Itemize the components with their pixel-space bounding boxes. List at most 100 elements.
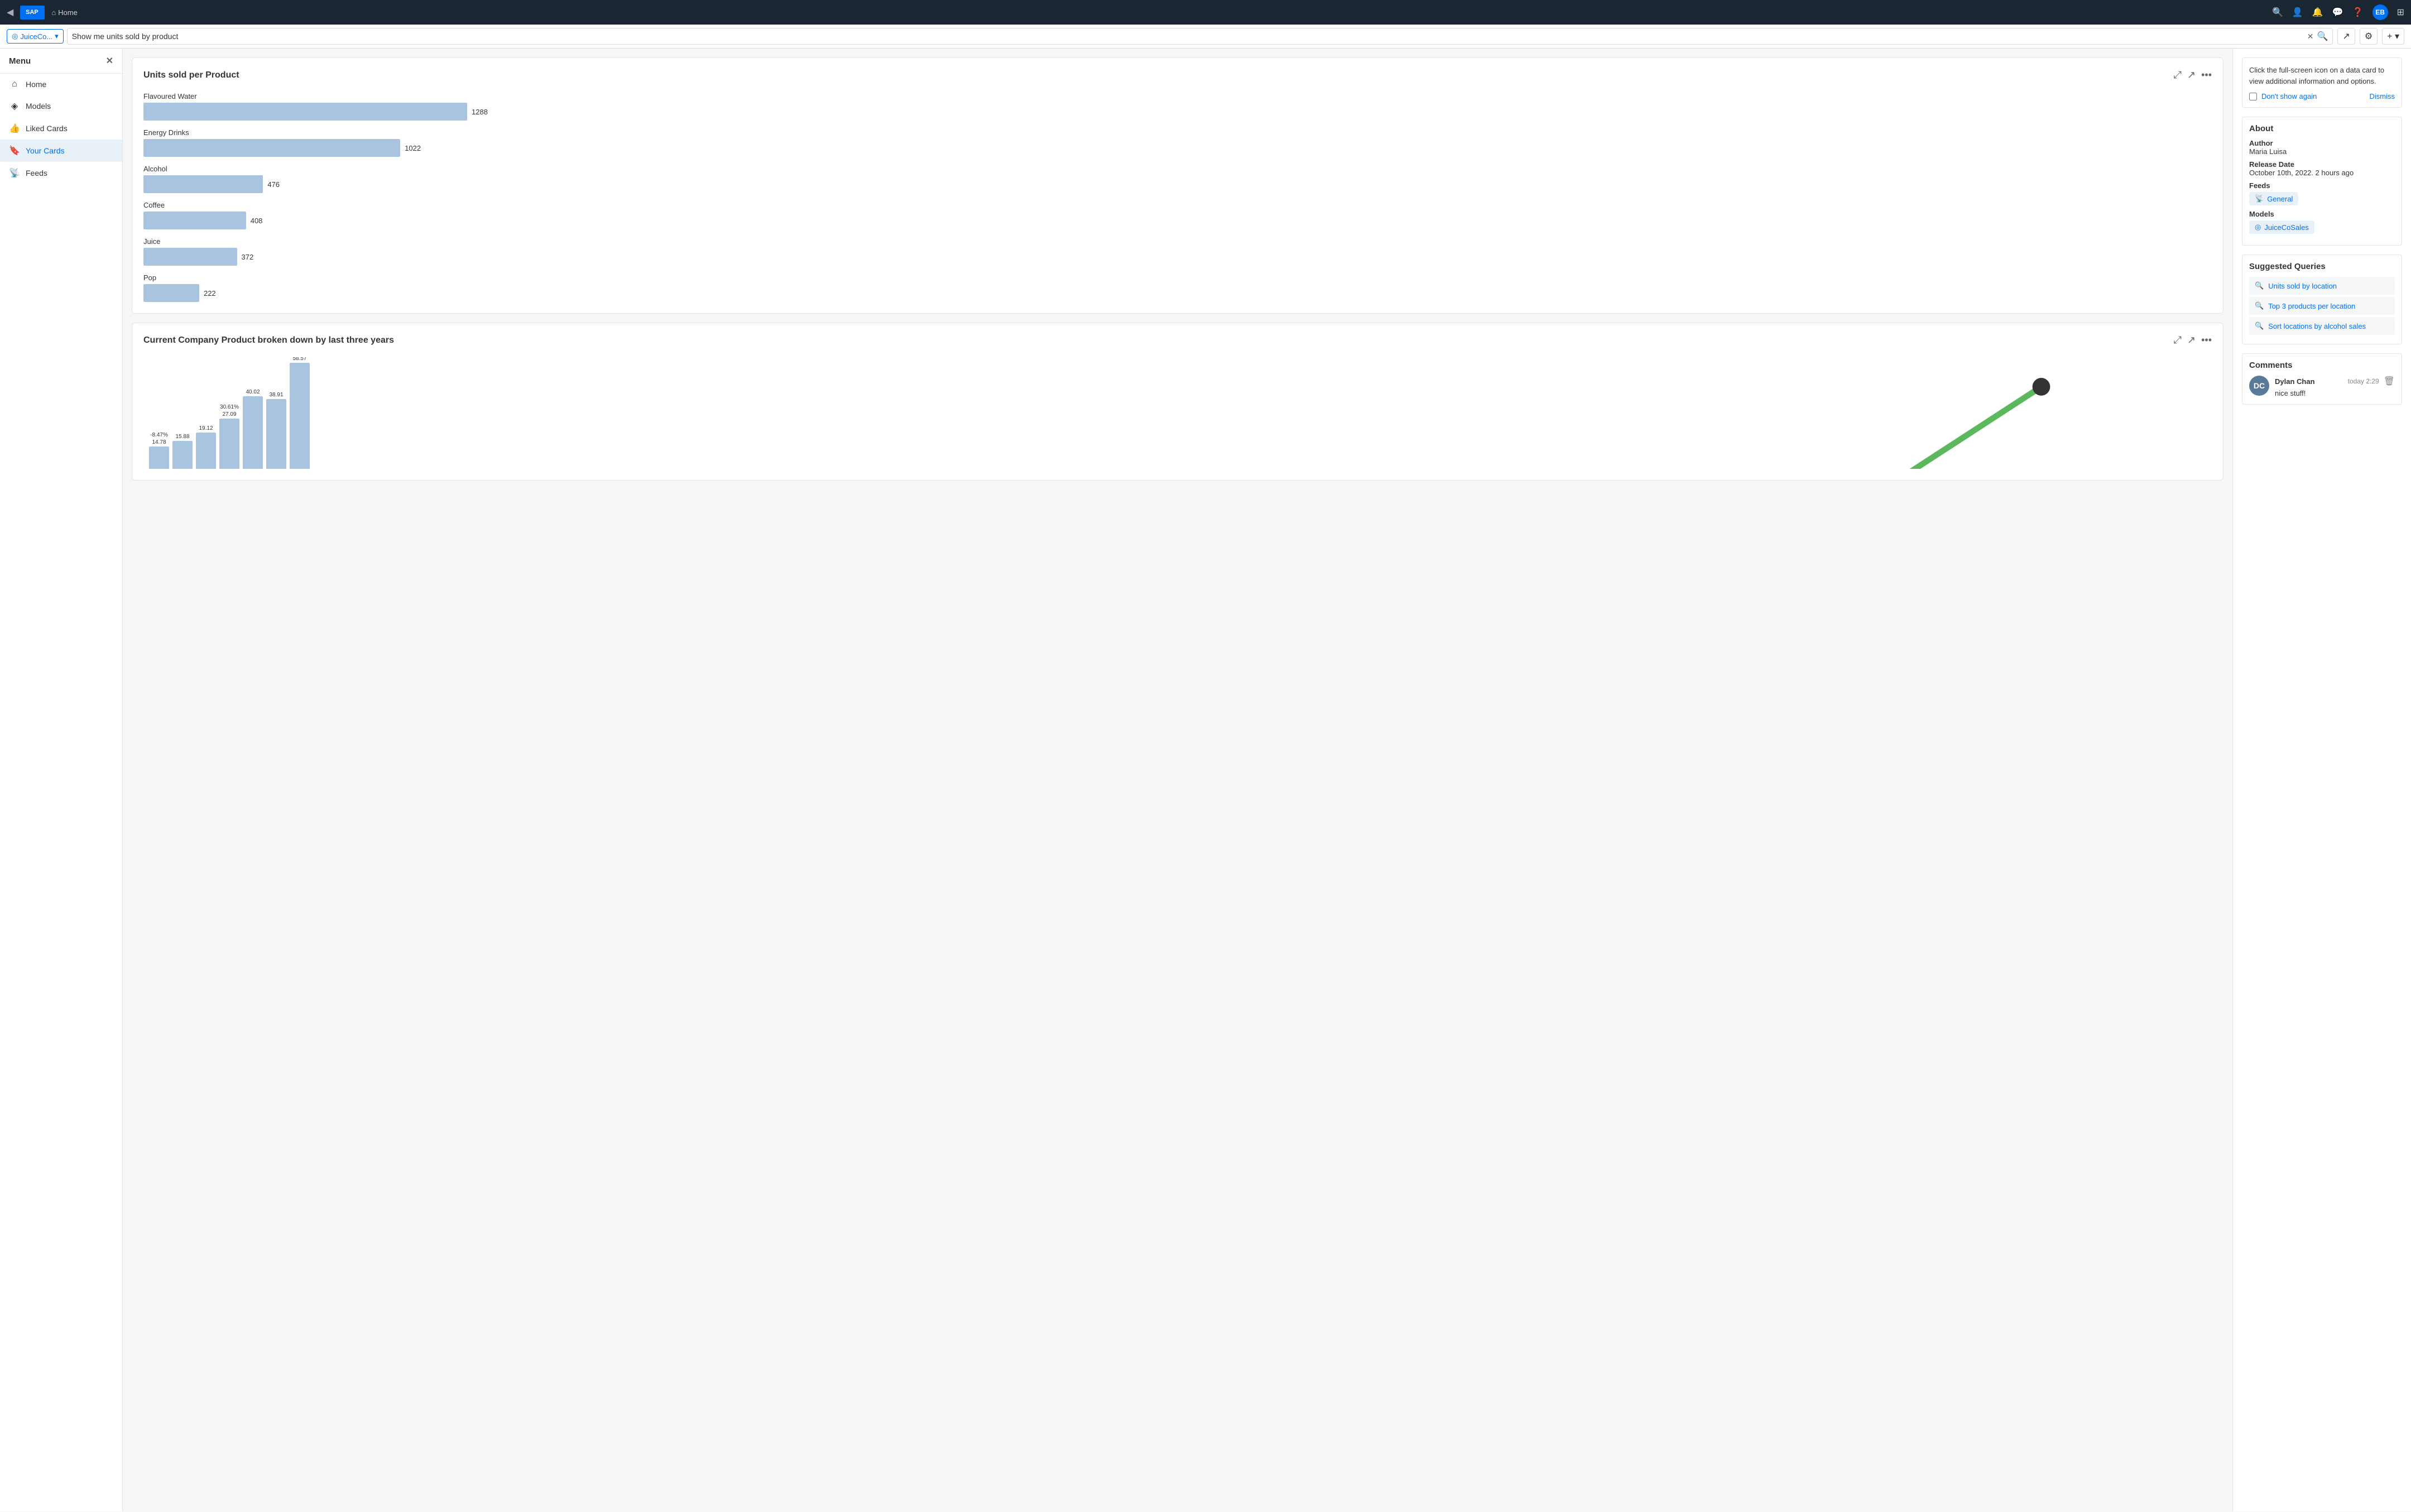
suggested-item-1[interactable]: 🔍 Top 3 products per location bbox=[2249, 297, 2395, 315]
suggested-label-0: Units sold by location bbox=[2268, 282, 2337, 290]
sidebar-item-home[interactable]: ⌂ Home bbox=[0, 74, 122, 95]
comment-header-0: Dylan Chan today 2:29 🗑 bbox=[2275, 376, 2395, 387]
bar-wrap-5: 222 bbox=[143, 284, 2212, 302]
search-go-button[interactable]: 🔍 bbox=[2317, 31, 2328, 42]
svg-text:SAP: SAP bbox=[26, 9, 39, 16]
sidebar-item-liked[interactable]: 👍 Liked Cards bbox=[0, 117, 122, 140]
suggested-item-0[interactable]: 🔍 Units sold by location bbox=[2249, 277, 2395, 295]
search-right: ↗ ⚙ + ▾ bbox=[2337, 28, 2404, 45]
add-button[interactable]: + ▾ bbox=[2382, 28, 2404, 45]
about-title: About bbox=[2249, 124, 2395, 133]
comment-time-0: today 2:29 bbox=[2348, 377, 2379, 385]
bar-row-1: Energy Drinks 1022 bbox=[143, 128, 2212, 157]
model-selector[interactable]: ◎ JuiceCo... ▾ bbox=[7, 29, 64, 44]
search-bar: ◎ JuiceCo... ▾ ✕ 🔍 ↗ ⚙ + ▾ bbox=[0, 25, 2411, 49]
bar-row-5: Pop 222 bbox=[143, 273, 2212, 302]
help-nav-icon[interactable]: ❓ bbox=[2352, 7, 2364, 18]
chart2-bar-3 bbox=[219, 419, 239, 469]
suggested-label-1: Top 3 products per location bbox=[2268, 302, 2355, 310]
chart2-bar-group-2: 0 19.12 bbox=[196, 418, 216, 469]
liked-sidebar-icon: 👍 bbox=[9, 123, 20, 134]
card1-actions: ⤢ ↗ ••• bbox=[2174, 69, 2212, 81]
card2-more-button[interactable]: ••• bbox=[2201, 334, 2212, 346]
dismiss-button[interactable]: Dismiss bbox=[2370, 92, 2395, 100]
release-key: Release Date bbox=[2249, 160, 2395, 169]
settings-button[interactable]: ⚙ bbox=[2360, 28, 2378, 45]
models-sidebar-icon: ◈ bbox=[9, 100, 20, 112]
sidebar-your-cards-label: Your Cards bbox=[26, 146, 65, 155]
search-left: ◎ JuiceCo... ▾ ✕ 🔍 bbox=[7, 28, 2333, 45]
chart2-val-2: 19.12 bbox=[199, 425, 213, 431]
model-label: JuiceCo... bbox=[20, 32, 52, 41]
search-input[interactable] bbox=[72, 32, 2304, 41]
home-icon: ⌂ bbox=[51, 8, 56, 17]
models-key: Models bbox=[2249, 210, 2395, 218]
person-nav-icon[interactable]: 👤 bbox=[2292, 7, 2303, 18]
suggested-item-2[interactable]: 🔍 Sort locations by alcohol sales bbox=[2249, 317, 2395, 335]
chart2-bar-group-0: -8.47% 14.78 bbox=[149, 432, 169, 469]
tip-box: Click the full-screen icon on a data car… bbox=[2242, 57, 2402, 108]
top-nav: ◀ SAP ⌂ Home 🔍 👤 🔔 💬 ❓ EB ⊞ bbox=[0, 0, 2411, 25]
sidebar-close-button[interactable]: ✕ bbox=[106, 55, 113, 66]
bar-value-1: 1022 bbox=[405, 144, 421, 152]
bell-nav-icon[interactable]: 🔔 bbox=[2312, 7, 2323, 18]
sidebar-home-label: Home bbox=[26, 80, 46, 89]
models-badge[interactable]: ◎ JuiceCoSales bbox=[2249, 220, 2314, 234]
right-panel: Click the full-screen icon on a data car… bbox=[2232, 49, 2411, 1511]
search-nav-icon[interactable]: 🔍 bbox=[2272, 7, 2283, 18]
feeds-badge-icon: 📡 bbox=[2255, 194, 2264, 203]
bar-row-2: Alcohol 476 bbox=[143, 165, 2212, 193]
home-nav[interactable]: ⌂ Home bbox=[51, 8, 78, 17]
card1-share-button[interactable]: ↗ bbox=[2187, 69, 2196, 81]
suggested-icon-0: 🔍 bbox=[2255, 281, 2264, 290]
chart2-bar-4 bbox=[243, 396, 263, 469]
bar-value-3: 408 bbox=[251, 217, 263, 225]
release-value: October 10th, 2022. 2 hours ago bbox=[2249, 169, 2395, 177]
about-box: About Author Maria Luisa Release Date Oc… bbox=[2242, 117, 2402, 246]
grid-nav-icon[interactable]: ⊞ bbox=[2397, 7, 2404, 18]
back-button[interactable]: ◀ bbox=[7, 7, 13, 18]
card2-actions: ⤢ ↗ ••• bbox=[2174, 334, 2212, 346]
suggested-icon-1: 🔍 bbox=[2255, 301, 2264, 310]
bar-row-3: Coffee 408 bbox=[143, 201, 2212, 229]
card2-title: Current Company Product broken down by l… bbox=[143, 335, 394, 345]
bar-wrap-1: 1022 bbox=[143, 139, 2212, 157]
feeds-key: Feeds bbox=[2249, 181, 2395, 190]
chat-nav-icon[interactable]: 💬 bbox=[2332, 7, 2343, 18]
bar-row-0: Flavoured Water 1288 bbox=[143, 92, 2212, 121]
suggested-title: Suggested Queries bbox=[2249, 262, 2395, 271]
card2-fullscreen-button[interactable]: ⤢ bbox=[2174, 334, 2182, 346]
bar-wrap-2: 476 bbox=[143, 175, 2212, 193]
tip-actions: Don't show again Dismiss bbox=[2249, 92, 2395, 100]
chart2-bar-5 bbox=[266, 399, 286, 469]
dont-show-label[interactable]: Don't show again bbox=[2261, 92, 2317, 100]
card1-header: Units sold per Product ⤢ ↗ ••• bbox=[143, 69, 2212, 81]
home-label: Home bbox=[58, 8, 78, 17]
feeds-sidebar-icon: 📡 bbox=[9, 167, 20, 179]
chart2-bar-0 bbox=[149, 447, 169, 469]
comment-delete-button-0[interactable]: 🗑 bbox=[2384, 376, 2395, 387]
sidebar-item-your-cards[interactable]: 🔖 Your Cards bbox=[0, 140, 122, 162]
chart2-bar-group-4: 0 40.02 bbox=[243, 382, 263, 469]
comments-box: Comments DC Dylan Chan today 2:29 🗑 nice… bbox=[2242, 353, 2402, 405]
card1-more-button[interactable]: ••• bbox=[2201, 69, 2212, 81]
clear-search-button[interactable]: ✕ bbox=[2307, 32, 2314, 41]
bar-chart: Flavoured Water 1288 Energy Drinks 1022 … bbox=[143, 92, 2212, 302]
comment-body-0: Dylan Chan today 2:29 🗑 nice stuff! bbox=[2275, 376, 2395, 397]
sidebar-item-feeds[interactable]: 📡 Feeds bbox=[0, 162, 122, 184]
sidebar-models-label: Models bbox=[26, 102, 51, 111]
feeds-badge[interactable]: 📡 General bbox=[2249, 192, 2298, 205]
user-avatar[interactable]: EB bbox=[2372, 4, 2388, 20]
sidebar: Menu ✕ ⌂ Home ◈ Models 👍 Liked Cards 🔖 Y… bbox=[0, 49, 123, 1511]
share-button[interactable]: ↗ bbox=[2337, 28, 2355, 45]
card1-fullscreen-button[interactable]: ⤢ bbox=[2174, 69, 2182, 81]
bar-value-0: 1288 bbox=[472, 108, 488, 116]
bar-label-0: Flavoured Water bbox=[143, 92, 2212, 100]
comment-row-0: DC Dylan Chan today 2:29 🗑 nice stuff! bbox=[2249, 376, 2395, 397]
dont-show-checkbox[interactable] bbox=[2249, 93, 2257, 100]
chart2-bar-group-5: 0 38.91 bbox=[266, 385, 286, 469]
card2-share-button[interactable]: ↗ bbox=[2187, 334, 2196, 346]
bar-wrap-4: 372 bbox=[143, 248, 2212, 266]
main-layout: Menu ✕ ⌂ Home ◈ Models 👍 Liked Cards 🔖 Y… bbox=[0, 49, 2411, 1511]
sidebar-item-models[interactable]: ◈ Models bbox=[0, 95, 122, 117]
